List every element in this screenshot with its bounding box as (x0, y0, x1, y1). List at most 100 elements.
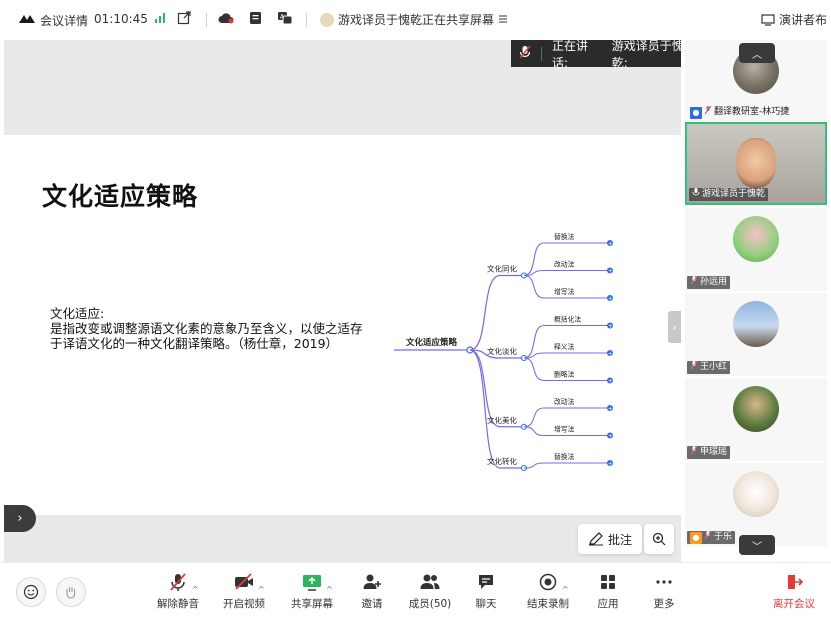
mindmap-branch-line (469, 274, 524, 351)
meeting-notes-icon[interactable] (249, 11, 262, 28)
apps-label: 应用 (597, 598, 619, 610)
plus-icon: + (608, 268, 613, 275)
emoji-reaction-button[interactable] (16, 577, 46, 607)
smiley-icon (23, 584, 39, 600)
participant-name-tag: ● 翻译教研室-林巧捷 (687, 105, 792, 120)
network-signal-icon[interactable] (154, 12, 166, 27)
speaking-banner: 正在讲话: 游戏译员于愧乾; (511, 40, 681, 70)
annotate-label: 批注 (607, 532, 632, 547)
mindmap-branch-label: 文化淡化 (487, 346, 517, 356)
cohost-badge-icon: ● (690, 531, 702, 544)
meeting-details-link[interactable]: 会议详情 (40, 12, 88, 29)
chevron-up-icon[interactable]: ^ (192, 585, 199, 594)
more-dots-icon (655, 571, 673, 593)
popout-window-icon[interactable] (177, 11, 191, 28)
more-button[interactable]: 更多 (634, 571, 694, 611)
participant-name-tag: 游戏译员于愧乾 (689, 187, 769, 202)
meeting-timer: 01:10:45 (94, 12, 148, 26)
presenter-view-button[interactable]: 演讲者布 (761, 11, 827, 28)
annotate-button[interactable]: 批注 (578, 524, 642, 554)
share-screen-button[interactable]: ^ 共享屏幕 (282, 571, 342, 611)
zoom-in-icon (652, 532, 666, 546)
video-off-icon (233, 571, 255, 593)
sharer-avatar (320, 12, 334, 27)
participant-tile-active[interactable]: 游戏译员于愧乾 (685, 122, 827, 205)
expand-panel-button[interactable]: › (668, 311, 681, 343)
chevron-down-icon: ﹀ (752, 541, 762, 553)
plus-icon: + (608, 240, 613, 247)
scroll-up-button[interactable]: ︿ (739, 43, 775, 63)
mindmap-leaf-line (523, 407, 610, 428)
apps-button[interactable]: 应用 (578, 571, 638, 611)
hand-icon (66, 587, 76, 599)
mindmap-branch-label: 文化同化 (487, 264, 517, 274)
mic-muted-icon (704, 105, 712, 120)
mic-muted-icon (690, 275, 698, 290)
slide-title: 文化适应策略 (42, 182, 199, 211)
chevron-up-icon[interactable]: ^ (258, 585, 265, 594)
participant-tile[interactable]: 孙远用 (685, 208, 827, 291)
raise-hand-button[interactable] (56, 577, 86, 607)
mic-muted-icon (690, 445, 698, 460)
slide-nav-button[interactable]: › (4, 505, 36, 532)
stop-recording-button[interactable]: ^ 结束录制 (518, 571, 578, 611)
mindmap-leaf-label: 概括化法 (554, 315, 581, 324)
pen-icon (588, 532, 603, 546)
banner-divider (541, 46, 542, 61)
members-button[interactable]: 成员(50) (400, 571, 460, 611)
participant-tile[interactable]: ● 于乐 (685, 463, 827, 546)
plus-icon: + (608, 405, 613, 412)
participant-name-tag: 王小红 (687, 360, 731, 374)
chevron-up-icon[interactable]: ^ (562, 585, 569, 594)
sharing-menu-icon[interactable] (498, 13, 508, 27)
participant-name-tag: 申璟瑶 (687, 445, 731, 460)
shared-screen-stage[interactable]: 文化适应策略 文化适应: 是指改变或调整源语文化素的意象乃至含义，以使之适存于译… (4, 40, 681, 562)
plus-icon: + (608, 295, 613, 302)
participant-name: 于乐 (714, 532, 733, 542)
presentation-slide: 文化适应策略 文化适应: 是指改变或调整源语文化素的意象乃至含义，以使之适存于译… (4, 135, 681, 515)
translation-icon[interactable]: A (277, 11, 293, 28)
chat-icon (477, 571, 495, 593)
participant-name: 申璟瑶 (700, 447, 728, 457)
mindmap-leaf-line (523, 462, 610, 469)
avatar (736, 138, 776, 188)
participant-name: 王小红 (700, 362, 728, 372)
start-video-button[interactable]: ^ 开启视频 (214, 571, 274, 611)
speaking-label: 正在讲话: (551, 40, 588, 70)
mindmap-leaf-label: 删略法 (554, 370, 575, 379)
plus-icon: + (608, 350, 613, 357)
plus-icon: + (608, 460, 613, 467)
invite-button[interactable]: 邀请 (342, 571, 402, 611)
exit-icon (785, 571, 803, 593)
top-bar: 会议详情 01:10:45 A 游戏译员于愧乾正在共享屏幕 演讲者布 (0, 0, 831, 40)
chat-button[interactable]: 聊天 (456, 571, 516, 611)
mindmap-branch-label: 文化美化 (487, 415, 517, 425)
mindmap-leaf-label: 改动法 (554, 260, 575, 269)
mindmap-root-label: 文化适应策略 (406, 337, 458, 348)
mindmap-leaf-label: 替换法 (554, 232, 575, 241)
topbar-divider (306, 13, 307, 27)
sharing-status-text: 游戏译员于愧乾正在共享屏幕 (338, 13, 495, 27)
leave-meeting-button[interactable]: 离开会议 (764, 571, 824, 611)
scroll-down-button[interactable]: ﹀ (739, 535, 775, 555)
avatar (733, 471, 779, 517)
mute-button[interactable]: ^ 解除静音 (148, 571, 208, 611)
participant-tile[interactable]: 申璟瑶 (685, 378, 827, 461)
share-screen-icon (302, 571, 322, 593)
cloud-recording-icon[interactable] (218, 12, 234, 27)
plus-icon: + (608, 378, 613, 385)
mindmap-leaf-line (523, 269, 610, 277)
mindmap-leaf-label: 释义法 (554, 342, 575, 351)
mindmap-leaf-label: 改动法 (554, 397, 575, 406)
participant-tile[interactable]: 王小红 (685, 293, 827, 376)
mindmap-leaf-line (523, 352, 610, 359)
members-icon (419, 571, 441, 593)
mindmap-diagram: 文化适应策略 文化同化 替换法 + 改动法 + 增写法 + 文化淡化 概括化法 + 释义法 + 删略法 + 文… (384, 220, 646, 484)
mic-active-icon (692, 187, 700, 202)
zoom-button[interactable] (644, 524, 674, 554)
avatar (733, 216, 779, 262)
definition-heading: 文化适应: (50, 306, 105, 321)
avatar (733, 386, 779, 432)
chevron-up-icon[interactable]: ^ (326, 585, 333, 594)
participant-name-tag: ● 于乐 (687, 530, 736, 544)
